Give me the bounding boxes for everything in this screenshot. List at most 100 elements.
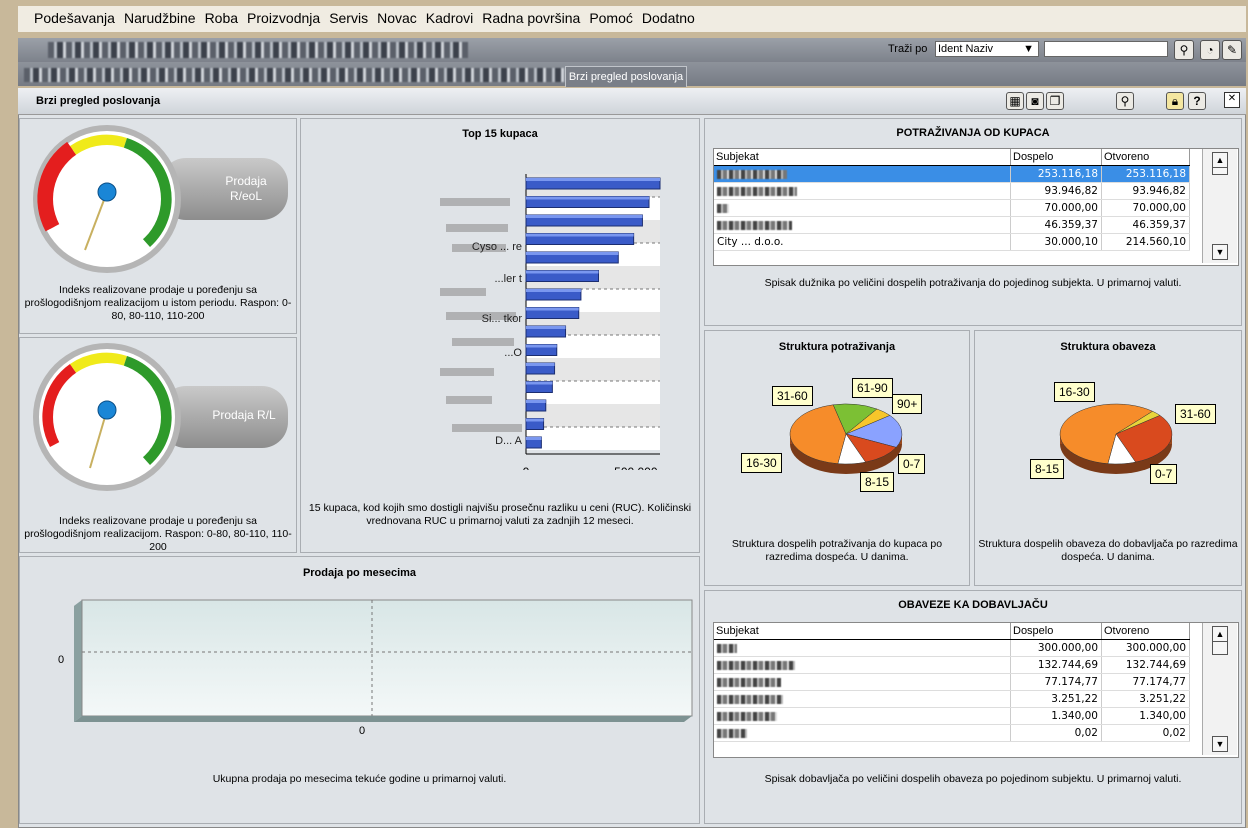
snapshot-button[interactable]: ◙: [1026, 92, 1044, 110]
category-label: Cyso ... re: [472, 241, 522, 253]
pie1-label-0-7: 0-7: [898, 454, 926, 474]
table-row[interactable]: 3.251,22 3.251,22: [714, 690, 1190, 708]
tab-brzi-pregled[interactable]: Brzi pregled poslovanja: [565, 66, 687, 87]
pie2-label-31-60: 31-60: [1175, 404, 1216, 424]
liabilities-col-subject[interactable]: Subjekat: [714, 623, 1011, 640]
table-row[interactable]: 70.000,00 70.000,00: [714, 199, 1190, 217]
bar-highlight: [526, 344, 557, 348]
table-cell-due: 70.000,00: [1010, 199, 1102, 217]
table-cell-open: 93.946,82: [1101, 182, 1190, 200]
liabilities-description: Spisak dobavljača po veličini dospelih o…: [764, 773, 1182, 785]
search-button[interactable]: ⚲: [1174, 40, 1194, 60]
receivables-description: Spisak dužnika po veličini dospelih potr…: [764, 277, 1182, 289]
table-row[interactable]: 0,02 0,02: [714, 724, 1190, 742]
liabilities-col-due[interactable]: Dospelo: [1010, 623, 1102, 640]
table-row[interactable]: 93.946,82 93.946,82: [714, 182, 1190, 200]
table-row[interactable]: 132.744,69 132.744,69: [714, 656, 1190, 674]
help-button[interactable]: ?: [1188, 92, 1206, 110]
menu-item-radna-povrsina[interactable]: Radna površina: [482, 10, 580, 26]
edit-icon: ✎: [1226, 43, 1238, 57]
scroll-down-button[interactable]: ▼: [1212, 244, 1228, 260]
menu-item-pomoc[interactable]: Pomoć: [589, 10, 633, 26]
arrow-up-icon: ▲: [1215, 155, 1225, 165]
scroll-up-button[interactable]: ▲: [1212, 626, 1228, 642]
top-customers-title: Top 15 kupaca: [462, 128, 538, 140]
pie1-label-8-15: 8-15: [860, 472, 895, 492]
sales-by-month-chart: [74, 599, 693, 722]
gauge-1-label: Prodaja R/eoL: [225, 174, 267, 203]
table-cell-due: 0,02: [1010, 724, 1102, 742]
table-cell-open: 214.560,10: [1101, 233, 1190, 251]
speedometer-icon: ◔: [1206, 43, 1214, 57]
liabilities-scrollbar[interactable]: ▲ ▼: [1202, 623, 1237, 755]
menu-item-novac[interactable]: Novac: [377, 10, 417, 26]
search-field-select[interactable]: Ident Naziv ▼: [935, 41, 1039, 57]
table-cell-open: 0,02: [1101, 724, 1190, 742]
table-row[interactable]: 1.340,00 1.340,00: [714, 707, 1190, 725]
menu-item-kadrovi[interactable]: Kadrovi: [426, 10, 473, 26]
menu-item-dodatno[interactable]: Dodatno: [642, 10, 695, 26]
scroll-down-button[interactable]: ▼: [1212, 736, 1228, 752]
table-cell-subject: [714, 707, 1011, 725]
table-cell-due: 46.359,37: [1010, 216, 1102, 234]
table-row[interactable]: 77.174,77 77.174,77: [714, 673, 1190, 691]
arrow-down-icon: ▼: [1215, 739, 1225, 749]
pie1-label-90plus: 90+: [892, 394, 923, 414]
table-cell-subject: [714, 182, 1011, 200]
table-row[interactable]: 46.359,37 46.359,37: [714, 216, 1190, 234]
menu-item-servis[interactable]: Servis: [329, 10, 368, 26]
blurred-category-label: [440, 368, 494, 376]
table-cell-due: 1.340,00: [1010, 707, 1102, 725]
menu-item-roba[interactable]: Roba: [205, 10, 238, 26]
close-icon: ✕: [1227, 93, 1237, 104]
liabilities-structure-title: Struktura obaveza: [1060, 341, 1156, 353]
table-cell-due: 253.116,18: [1010, 165, 1102, 183]
menu-item-podesavanja[interactable]: Podešavanja: [34, 10, 115, 26]
search-field-select-value: Ident Naziv: [938, 43, 994, 55]
pie2-label-16-30: 16-30: [1054, 382, 1095, 402]
chevron-down-icon: ▼: [1023, 43, 1034, 55]
table-cell-subject: [714, 639, 1011, 657]
help-icon: ?: [1193, 94, 1201, 108]
liabilities-col-open[interactable]: Otvoreno: [1101, 623, 1190, 640]
edit-button[interactable]: ✎: [1222, 40, 1242, 60]
receivables-col-subject[interactable]: Subjekat: [714, 149, 1011, 166]
bar-highlight: [526, 418, 544, 422]
blurred-tabs[interactable]: [24, 68, 564, 82]
receivables-col-open[interactable]: Otvoreno: [1101, 149, 1190, 166]
scroll-up-button[interactable]: ▲: [1212, 152, 1228, 168]
sales-by-month-description: Ukupna prodaja po mesecima tekuće godine…: [212, 773, 507, 785]
export-excel-button[interactable]: ▦: [1006, 92, 1024, 110]
receivables-col-due[interactable]: Dospelo: [1010, 149, 1102, 166]
lock-button[interactable]: 🔒︎: [1166, 92, 1184, 110]
close-window-button[interactable]: ✕: [1224, 92, 1240, 108]
copy-icon: ❐: [1049, 94, 1061, 108]
dashboard-button[interactable]: ◔: [1200, 40, 1220, 60]
table-cell-open: 70.000,00: [1101, 199, 1190, 217]
table-row[interactable]: 300.000,00 300.000,00: [714, 639, 1190, 657]
category-label: ...O: [504, 347, 522, 359]
table-cell-due: 300.000,00: [1010, 639, 1102, 657]
bar-highlight: [526, 437, 542, 440]
pie1-label-31-60: 31-60: [772, 386, 813, 406]
blurred-toolbar-buttons[interactable]: [48, 42, 468, 58]
search-input[interactable]: [1044, 41, 1168, 57]
menu-item-proizvodnja[interactable]: Proizvodnja: [247, 10, 320, 26]
blurred-category-label: [452, 338, 514, 346]
table-cell-subject: [714, 673, 1011, 691]
sales-y-tick: 0: [58, 654, 65, 666]
table-cell-subject: [714, 199, 1011, 217]
top-customers-description: 15 kupaca, kod kojih smo dostigli najviš…: [308, 502, 692, 527]
pie2-label-8-15: 8-15: [1030, 459, 1065, 479]
table-row[interactable]: City ... d.o.o. 30.000,10 214.560,10: [714, 233, 1190, 251]
table-cell-open: 300.000,00: [1101, 639, 1190, 657]
copy-button[interactable]: ❐: [1046, 92, 1064, 110]
receivables-scrollbar[interactable]: ▲ ▼: [1202, 149, 1237, 263]
table-row[interactable]: 253.116,18 253.116,18: [714, 165, 1190, 183]
scroll-thumb[interactable]: [1212, 641, 1228, 655]
menu-item-narudzbine[interactable]: Narudžbine: [124, 10, 196, 26]
scroll-thumb[interactable]: [1212, 167, 1228, 175]
zoom-button[interactable]: ⚲: [1116, 92, 1134, 110]
menu-bar: Podešavanja Narudžbine Roba Proizvodnja Serv…: [18, 6, 1246, 32]
table-cell-due: 77.174,77: [1010, 673, 1102, 691]
